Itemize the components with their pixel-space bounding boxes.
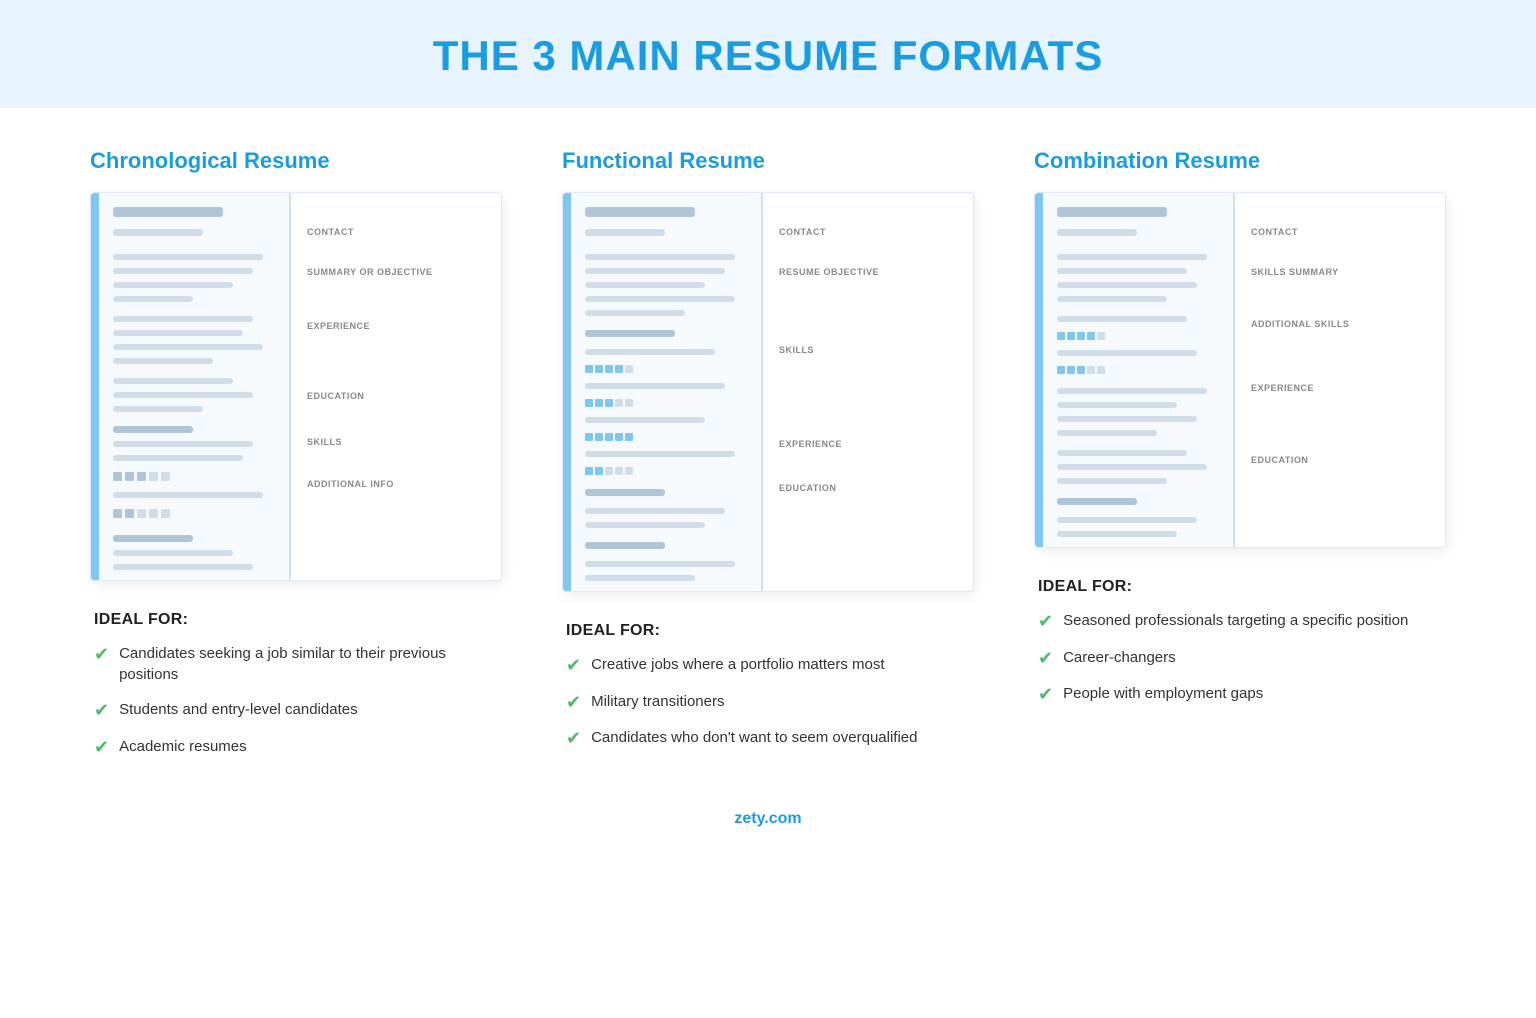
chrono-ideal-item-2: ✔ Students and entry-level candidates (94, 699, 498, 722)
chrono-ideal-item-1: ✔ Candidates seeking a job similar to th… (94, 643, 498, 685)
func-label-contact: CONTACT (779, 223, 963, 237)
page-title: THE 3 MAIN RESUME FORMATS (0, 32, 1536, 80)
func-label-objective: RESUME OBJECTIVE (779, 263, 963, 277)
combo-ideal-text-2: Career-changers (1063, 647, 1176, 668)
functional-title: Functional Resume (562, 148, 765, 174)
chrono-ideal-item-3: ✔ Academic resumes (94, 736, 498, 759)
func-label-experience: EXPERIENCE (779, 435, 963, 449)
func-label-education: EDUCATION (779, 479, 963, 493)
chrono-ideal-text-3: Academic resumes (119, 736, 247, 757)
combination-column: Combination Resume (1004, 148, 1476, 772)
func-label-skills: SKILLS (779, 341, 963, 355)
sidebar-accent-combo (1035, 193, 1043, 547)
func-right-labels: CONTACT RESUME OBJECTIVE SKILLS EXPERIEN… (763, 193, 973, 591)
combo-ideal-text-3: People with employment gaps (1063, 683, 1263, 704)
combo-label-additional-skills: ADDITIONAL SKILLS (1251, 315, 1435, 329)
chrono-label-experience: EXPERIENCE (307, 317, 491, 331)
combo-left-panel (1035, 193, 1235, 547)
chrono-label-contact: CONTACT (307, 223, 491, 237)
chronological-resume-card: CONTACT SUMMARY OR OBJECTIVE EXPERIENCE … (90, 192, 502, 581)
combo-label-skills-summary: SKILLS SUMMARY (1251, 263, 1435, 277)
sidebar-accent (91, 193, 99, 580)
chrono-left-panel (91, 193, 291, 580)
combo-ideal-item-3: ✔ People with employment gaps (1038, 683, 1442, 706)
chrono-label-additional: ADDITIONAL INFO (307, 475, 491, 489)
chronological-title: Chronological Resume (90, 148, 330, 174)
check-icon-2: ✔ (94, 700, 109, 722)
func-ideal-text-3: Candidates who don't want to seem overqu… (591, 727, 917, 748)
chrono-label-skills: SKILLS (307, 433, 491, 447)
func-ideal-text-1: Creative jobs where a portfolio matters … (591, 654, 884, 675)
func-ideal-item-1: ✔ Creative jobs where a portfolio matter… (566, 654, 970, 677)
func-ideal-text-2: Military transitioners (591, 691, 724, 712)
header-banner: THE 3 MAIN RESUME FORMATS (0, 0, 1536, 108)
func-ideal-item-2: ✔ Military transitioners (566, 691, 970, 714)
chrono-label-summary: SUMMARY OR OBJECTIVE (307, 263, 491, 277)
check-icon-c2: ✔ (1038, 648, 1053, 670)
combo-label-contact: CONTACT (1251, 223, 1435, 237)
check-icon-c3: ✔ (1038, 684, 1053, 706)
check-icon-f3: ✔ (566, 728, 581, 750)
combination-title: Combination Resume (1034, 148, 1260, 174)
content-area: Chronological Resume (0, 108, 1536, 792)
check-icon-3: ✔ (94, 737, 109, 759)
chrono-right-labels: CONTACT SUMMARY OR OBJECTIVE EXPERIENCE … (291, 193, 501, 580)
combo-resume-card: CONTACT SKILLS SUMMARY ADDITIONAL SKILLS… (1034, 192, 1446, 548)
func-left-panel (563, 193, 763, 591)
functional-column: Functional Resume (532, 148, 1004, 772)
check-icon-f1: ✔ (566, 655, 581, 677)
chrono-label-education: EDUCATION (307, 387, 491, 401)
func-ideal-title: IDEAL FOR: (566, 622, 970, 640)
combo-ideal-item-2: ✔ Career-changers (1038, 647, 1442, 670)
func-ideal-for: IDEAL FOR: ✔ Creative jobs where a portf… (562, 622, 974, 764)
func-ideal-item-3: ✔ Candidates who don't want to seem over… (566, 727, 970, 750)
combo-ideal-title: IDEAL FOR: (1038, 578, 1442, 596)
footer-logo: zety.com (734, 810, 801, 827)
combo-right-labels: CONTACT SKILLS SUMMARY ADDITIONAL SKILLS… (1235, 193, 1445, 547)
combo-ideal-for: IDEAL FOR: ✔ Seasoned professionals targ… (1034, 578, 1446, 720)
sidebar-accent-func (563, 193, 571, 591)
chrono-ideal-for: IDEAL FOR: ✔ Candidates seeking a job si… (90, 611, 502, 772)
functional-resume-card: CONTACT RESUME OBJECTIVE SKILLS EXPERIEN… (562, 192, 974, 592)
check-icon-1: ✔ (94, 644, 109, 666)
check-icon-c1: ✔ (1038, 611, 1053, 633)
check-icon-f2: ✔ (566, 692, 581, 714)
chronological-column: Chronological Resume (60, 148, 532, 772)
footer: zety.com (0, 792, 1536, 852)
chrono-ideal-text-2: Students and entry-level candidates (119, 699, 357, 720)
chrono-ideal-title: IDEAL FOR: (94, 611, 498, 629)
page-wrapper: THE 3 MAIN RESUME FORMATS Chronological … (0, 0, 1536, 1018)
combo-label-experience: EXPERIENCE (1251, 379, 1435, 393)
combo-label-education: EDUCATION (1251, 451, 1435, 465)
combo-ideal-item-1: ✔ Seasoned professionals targeting a spe… (1038, 610, 1442, 633)
chrono-ideal-text-1: Candidates seeking a job similar to thei… (119, 643, 498, 685)
combo-ideal-text-1: Seasoned professionals targeting a speci… (1063, 610, 1408, 631)
